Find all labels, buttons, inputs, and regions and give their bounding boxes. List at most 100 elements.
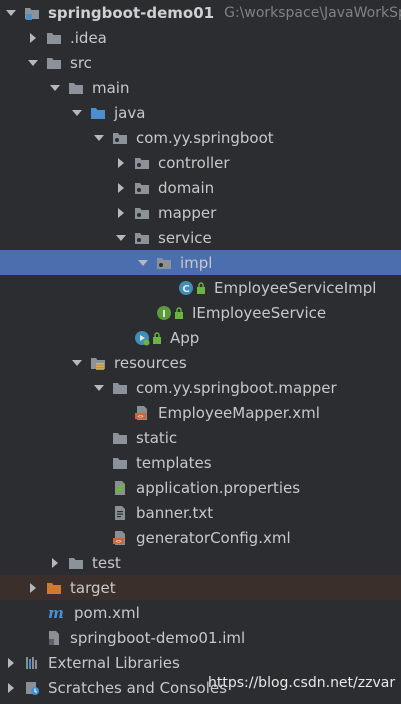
tree-item-main[interactable]: main <box>0 75 401 100</box>
tree-item-iemployeeservice[interactable]: I IEmployeeService <box>0 300 401 325</box>
tree-item-app[interactable]: App <box>0 325 401 350</box>
tree-item-label: application.properties <box>136 478 301 497</box>
package-icon <box>134 205 150 221</box>
package-icon <box>156 255 172 271</box>
arrow-spacer <box>136 306 150 320</box>
expand-arrow-right-icon[interactable] <box>48 556 62 570</box>
tree-item-templates[interactable]: templates <box>0 450 401 475</box>
expand-arrow-down-icon[interactable] <box>4 6 18 20</box>
tree-item-banner-txt[interactable]: banner.txt <box>0 500 401 525</box>
expand-arrow-right-icon[interactable] <box>114 181 128 195</box>
tree-item-label: templates <box>136 453 212 472</box>
lock-icon <box>152 331 162 345</box>
tree-item-com-yy-springboot[interactable]: com.yy.springboot <box>0 125 401 150</box>
tree-item-label: java <box>114 103 146 122</box>
tree-item-idea[interactable]: .idea <box>0 25 401 50</box>
maven-icon: m <box>46 605 66 621</box>
tree-item-icons <box>90 355 108 371</box>
tree-item-label: EmployeeMapper.xml <box>158 403 320 422</box>
tree-item-icons <box>24 680 42 696</box>
tree-item-label: com.yy.springboot <box>136 128 274 147</box>
tree-item-label: src <box>70 53 92 72</box>
expand-arrow-down-icon[interactable] <box>70 356 84 370</box>
spring-boot-app-icon <box>134 330 150 346</box>
expand-arrow-down-icon[interactable] <box>48 81 62 95</box>
tree-item-springboot-demo01[interactable]: springboot-demo01 G:\workspace\JavaWorkSp <box>0 0 401 25</box>
arrow-spacer <box>158 281 172 295</box>
tree-item-resources[interactable]: resources <box>0 350 401 375</box>
tree-item-external-libraries[interactable]: External Libraries <box>0 650 401 675</box>
tree-item-icons: I <box>156 305 186 321</box>
tree-item-label: main <box>92 78 130 97</box>
tree-item-label: static <box>136 428 178 447</box>
expand-arrow-right-icon[interactable] <box>114 156 128 170</box>
expand-arrow-down-icon[interactable] <box>114 231 128 245</box>
tree-item-test[interactable]: test <box>0 550 401 575</box>
tree-item-service[interactable]: service <box>0 225 401 250</box>
expand-arrow-down-icon[interactable] <box>92 131 106 145</box>
tree-item-label: impl <box>180 253 213 272</box>
svg-text:m: m <box>48 605 64 621</box>
tree-item-employeemapper-xml[interactable]: <> EmployeeMapper.xml <box>0 400 401 425</box>
tree-item-icons <box>134 155 152 171</box>
tree-item-label: test <box>92 553 121 572</box>
arrow-spacer <box>26 606 40 620</box>
expand-arrow-down-icon[interactable] <box>70 106 84 120</box>
tree-item-label: target <box>70 578 116 597</box>
tree-item-application-properties[interactable]: application.properties <box>0 475 401 500</box>
tree-item-impl[interactable]: impl <box>0 250 401 275</box>
tree-item-domain[interactable]: domain <box>0 175 401 200</box>
tree-item-icons: m <box>46 605 68 621</box>
scratches-icon <box>24 680 40 696</box>
lock-icon <box>196 281 206 295</box>
tree-item-label: IEmployeeService <box>192 303 327 322</box>
expand-arrow-down-icon[interactable] <box>92 381 106 395</box>
tree-item-mapper[interactable]: mapper <box>0 200 401 225</box>
tree-item-label: pom.xml <box>74 603 140 622</box>
tree-item-icons <box>112 505 130 521</box>
expand-arrow-right-icon[interactable] <box>4 681 18 695</box>
tree-item-src[interactable]: src <box>0 50 401 75</box>
tree-item-label: springboot-demo01.iml <box>70 628 246 647</box>
expand-arrow-down-icon[interactable] <box>26 56 40 70</box>
tree-item-com-yy-springboot-mapper[interactable]: com.yy.springboot.mapper <box>0 375 401 400</box>
tree-item-label: generatorConfig.xml <box>136 528 291 547</box>
project-tree: springboot-demo01 G:\workspace\JavaWorkSp… <box>0 0 401 704</box>
expand-arrow-right-icon[interactable] <box>114 206 128 220</box>
tree-item-icons <box>46 630 64 646</box>
tree-item-label: banner.txt <box>136 503 214 522</box>
interface-icon: I <box>156 305 172 321</box>
tree-item-controller[interactable]: controller <box>0 150 401 175</box>
svg-text:<>: <> <box>137 414 143 420</box>
arrow-spacer <box>92 531 106 545</box>
tree-item-employeeserviceimpl[interactable]: C EmployeeServiceImpl <box>0 275 401 300</box>
tree-item-icons <box>156 255 174 271</box>
tree-item-java[interactable]: java <box>0 100 401 125</box>
tree-item-icons <box>112 130 130 146</box>
expand-arrow-right-icon[interactable] <box>4 656 18 670</box>
tree-item-icons <box>24 5 42 21</box>
arrow-spacer <box>92 456 106 470</box>
source-folder-icon <box>90 105 106 121</box>
tree-item-icons <box>134 180 152 196</box>
tree-item-label: External Libraries <box>48 653 180 672</box>
tree-item-label: com.yy.springboot.mapper <box>136 378 337 397</box>
tree-item-icons: <> <box>134 405 152 421</box>
tree-item-generatorconfig-xml[interactable]: <> generatorConfig.xml <box>0 525 401 550</box>
excluded-folder-icon <box>46 580 62 596</box>
tree-item-icons <box>134 230 152 246</box>
tree-item-target[interactable]: target <box>0 575 401 600</box>
package-icon <box>134 155 150 171</box>
expand-arrow-right-icon[interactable] <box>26 581 40 595</box>
resources-folder-icon <box>90 355 106 371</box>
folder-icon <box>68 80 84 96</box>
tree-item-icons <box>112 455 130 471</box>
tree-item-icons <box>46 580 64 596</box>
tree-item-springboot-demo01-iml[interactable]: springboot-demo01.iml <box>0 625 401 650</box>
svg-text:C: C <box>182 284 189 295</box>
tree-item-static[interactable]: static <box>0 425 401 450</box>
tree-item-label: domain <box>158 178 215 197</box>
expand-arrow-right-icon[interactable] <box>26 31 40 45</box>
tree-item-pom-xml[interactable]: m pom.xml <box>0 600 401 625</box>
expand-arrow-down-icon[interactable] <box>136 256 150 270</box>
